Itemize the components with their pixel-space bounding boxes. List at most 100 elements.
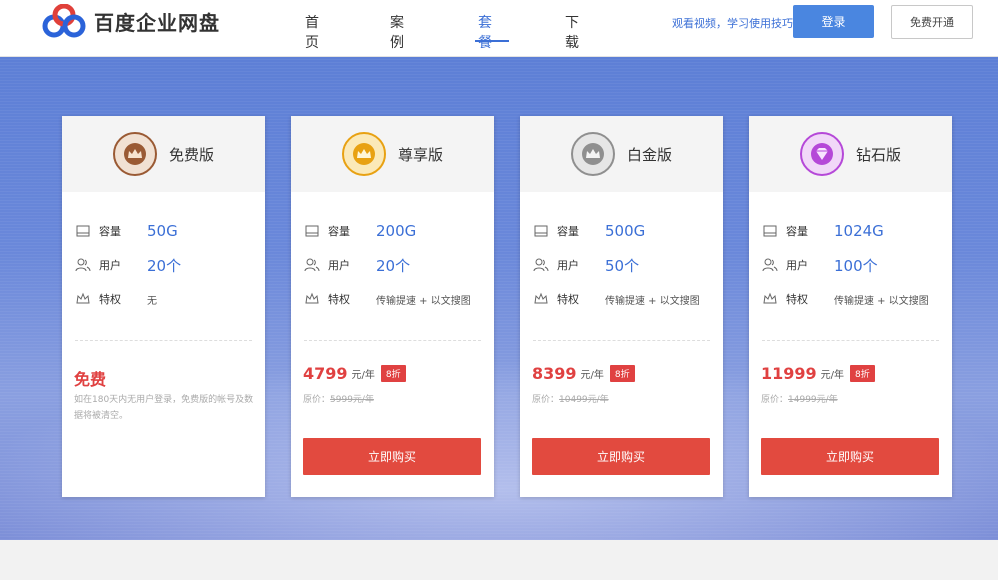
buy-now-button[interactable]: 立即购买 xyxy=(303,438,481,475)
privilege-label: 特权 xyxy=(557,293,579,306)
price-line: 8399 元/年 8折 xyxy=(532,364,635,383)
free-plan-note: 如在180天内无用户登录，免费版的帐号及数据将被清空。 xyxy=(74,395,254,421)
users-row: 用户 20个 xyxy=(75,255,181,275)
plan-card-header: 白金版 xyxy=(520,116,723,192)
brand-name: 百度企业网盘 xyxy=(94,10,220,35)
gold-crown-icon xyxy=(341,132,386,176)
users-row: 用户 20个 xyxy=(304,255,410,275)
original-price: 原价：10499元/年 xyxy=(532,392,609,405)
privilege-row: 特权 传输提速 + 以文搜图 xyxy=(304,289,471,309)
plan-card-header: 钻石版 xyxy=(749,116,952,192)
disk-icon xyxy=(76,225,90,237)
privilege-value: 无 xyxy=(147,295,157,307)
price-value: 11999 xyxy=(761,364,817,383)
users-row: 用户 50个 xyxy=(533,255,639,275)
price-line: 4799 元/年 8折 xyxy=(303,364,406,383)
capacity-value: 500G xyxy=(605,222,646,240)
buy-now-button[interactable]: 立即购买 xyxy=(761,438,939,475)
users-icon xyxy=(304,258,320,272)
top-header: 百度企业网盘 首页 案例 套餐 下载 观看视频，学习使用技巧 登录 免费开通 xyxy=(0,0,998,57)
crown-outline-icon xyxy=(305,292,319,304)
privilege-label: 特权 xyxy=(328,293,350,306)
capacity-value: 1024G xyxy=(834,222,884,240)
page-footer-area xyxy=(0,540,998,580)
users-value: 20个 xyxy=(147,256,182,275)
users-value: 20个 xyxy=(376,256,411,275)
price-value: 8399 xyxy=(532,364,577,383)
capacity-row: 容量 500G xyxy=(533,221,645,241)
brand-logo[interactable]: 百度企业网盘 xyxy=(40,4,220,38)
card-divider xyxy=(304,340,481,341)
plan-card-free: 免费版 容量 50G 用户 20个 特权 无 免费 如在180天内无用户登录，免… xyxy=(62,116,265,497)
crown-outline-icon xyxy=(76,292,90,304)
capacity-label: 容量 xyxy=(786,225,808,238)
capacity-value: 200G xyxy=(376,222,417,240)
users-label: 用户 xyxy=(99,259,121,272)
users-icon xyxy=(75,258,91,272)
plan-title: 尊享版 xyxy=(397,145,443,164)
plan-title: 白金版 xyxy=(626,145,672,164)
nav-item-plans[interactable]: 套餐 xyxy=(478,12,492,52)
original-price: 原价：5999元/年 xyxy=(303,392,374,405)
original-price-label: 原价： xyxy=(303,395,331,405)
users-label: 用户 xyxy=(786,259,808,272)
plan-card-header: 免费版 xyxy=(62,116,265,192)
users-label: 用户 xyxy=(328,259,350,272)
price-line: 11999 元/年 8折 xyxy=(761,364,875,383)
price-unit: 元/年 xyxy=(580,370,604,381)
users-label: 用户 xyxy=(557,259,579,272)
video-tips-link[interactable]: 观看视频，学习使用技巧 xyxy=(672,15,793,31)
capacity-row: 容量 1024G xyxy=(762,221,884,241)
original-price-value: 14999元/年 xyxy=(788,395,838,405)
crown-outline-icon xyxy=(763,292,777,304)
nav-active-indicator xyxy=(475,40,509,42)
card-divider xyxy=(75,340,252,341)
buy-now-button[interactable]: 立即购买 xyxy=(532,438,710,475)
discount-badge: 8折 xyxy=(609,365,635,382)
price-unit: 元/年 xyxy=(820,370,845,381)
nav-item-home[interactable]: 首页 xyxy=(305,12,319,52)
disk-icon xyxy=(305,225,319,237)
privilege-value: 传输提速 + 以文搜图 xyxy=(834,295,929,307)
original-price-label: 原价： xyxy=(761,395,789,405)
discount-badge: 8折 xyxy=(850,365,875,382)
login-button[interactable]: 登录 xyxy=(793,5,874,38)
capacity-label: 容量 xyxy=(99,225,121,238)
disk-icon xyxy=(534,225,548,237)
users-value: 50个 xyxy=(605,256,640,275)
bronze-crown-icon xyxy=(112,132,157,176)
plan-card-premium: 尊享版 容量 200G 用户 20个 特权 传输提速 + 以文搜图 4799 元… xyxy=(291,116,494,497)
free-signup-button[interactable]: 免费开通 xyxy=(891,5,973,39)
original-price-value: 10499元/年 xyxy=(559,395,609,405)
price-unit: 元/年 xyxy=(351,370,375,381)
privilege-row: 特权 传输提速 + 以文搜图 xyxy=(533,289,700,309)
plan-card-header: 尊享版 xyxy=(291,116,494,192)
card-divider xyxy=(533,340,710,341)
nav-item-cases[interactable]: 案例 xyxy=(390,12,404,52)
capacity-label: 容量 xyxy=(328,225,350,238)
card-divider xyxy=(762,340,939,341)
platinum-crown-icon xyxy=(570,132,615,176)
cloud-logo-icon xyxy=(42,4,86,38)
original-price: 原价：14999元/年 xyxy=(761,392,838,405)
price-value: 免费 xyxy=(74,370,107,389)
capacity-value: 50G xyxy=(147,222,178,240)
diamond-icon xyxy=(799,132,844,176)
nav-item-download[interactable]: 下载 xyxy=(565,12,579,52)
price-value: 4799 xyxy=(303,364,348,383)
capacity-row: 容量 50G xyxy=(75,221,178,241)
disk-icon xyxy=(763,225,777,237)
privilege-row: 特权 传输提速 + 以文搜图 xyxy=(762,289,929,309)
users-icon xyxy=(533,258,549,272)
plan-card-platinum: 白金版 容量 500G 用户 50个 特权 传输提速 + 以文搜图 8399 元… xyxy=(520,116,723,497)
privilege-value: 传输提速 + 以文搜图 xyxy=(376,295,471,307)
plan-title: 免费版 xyxy=(168,145,214,164)
plan-card-diamond: 钻石版 容量 1024G 用户 100个 特权 传输提速 + 以文搜图 1199… xyxy=(749,116,952,497)
capacity-row: 容量 200G xyxy=(304,221,416,241)
privilege-row: 特权 无 xyxy=(75,289,157,309)
privilege-value: 传输提速 + 以文搜图 xyxy=(605,295,700,307)
crown-outline-icon xyxy=(534,292,548,304)
privilege-label: 特权 xyxy=(99,293,121,306)
original-price-label: 原价： xyxy=(532,395,560,405)
users-value: 100个 xyxy=(834,256,878,275)
